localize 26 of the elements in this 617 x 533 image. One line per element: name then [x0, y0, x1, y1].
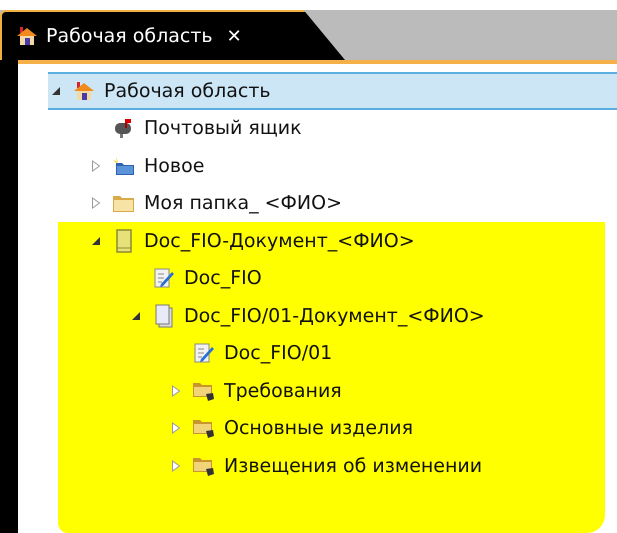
expander-icon[interactable] — [51, 84, 61, 97]
tree-item[interactable]: Doc_FIO — [128, 260, 605, 297]
tree-item[interactable]: Новое — [88, 147, 617, 184]
house-icon — [16, 26, 38, 46]
house-icon — [73, 80, 95, 101]
tree-item[interactable]: Основные изделия — [168, 410, 605, 447]
tree-item[interactable]: Извещения об изменении — [168, 447, 605, 484]
close-button[interactable]: ✕ — [226, 22, 242, 50]
folder-badge-icon — [192, 417, 216, 440]
expander-icon[interactable] — [131, 310, 141, 322]
tree-item[interactable]: Рабочая область — [48, 72, 617, 110]
tree-item[interactable]: Требования — [168, 372, 605, 410]
tab-title: Рабочая область — [46, 24, 213, 49]
tab[interactable]: Рабочая область ✕ — [0, 10, 345, 60]
document-icon — [116, 228, 132, 253]
tree-item[interactable]: Doc_FIO-Документ_<ФИО> — [88, 222, 605, 260]
tree-item[interactable]: Моя папка_ <ФИО> — [88, 184, 617, 222]
tree-item[interactable]: Почтовый ящик — [88, 110, 617, 147]
tree-item[interactable]: Doc_FIO/01-Документ_<ФИО> — [128, 297, 605, 334]
document-stack-icon — [155, 304, 173, 328]
expander-icon[interactable] — [91, 234, 101, 247]
tree-item[interactable]: Doc_FIO/01 — [168, 334, 605, 372]
folder-icon — [112, 193, 136, 214]
edit-document-icon — [193, 342, 215, 364]
folder-star-icon — [112, 154, 136, 177]
edit-document-icon — [153, 267, 175, 290]
